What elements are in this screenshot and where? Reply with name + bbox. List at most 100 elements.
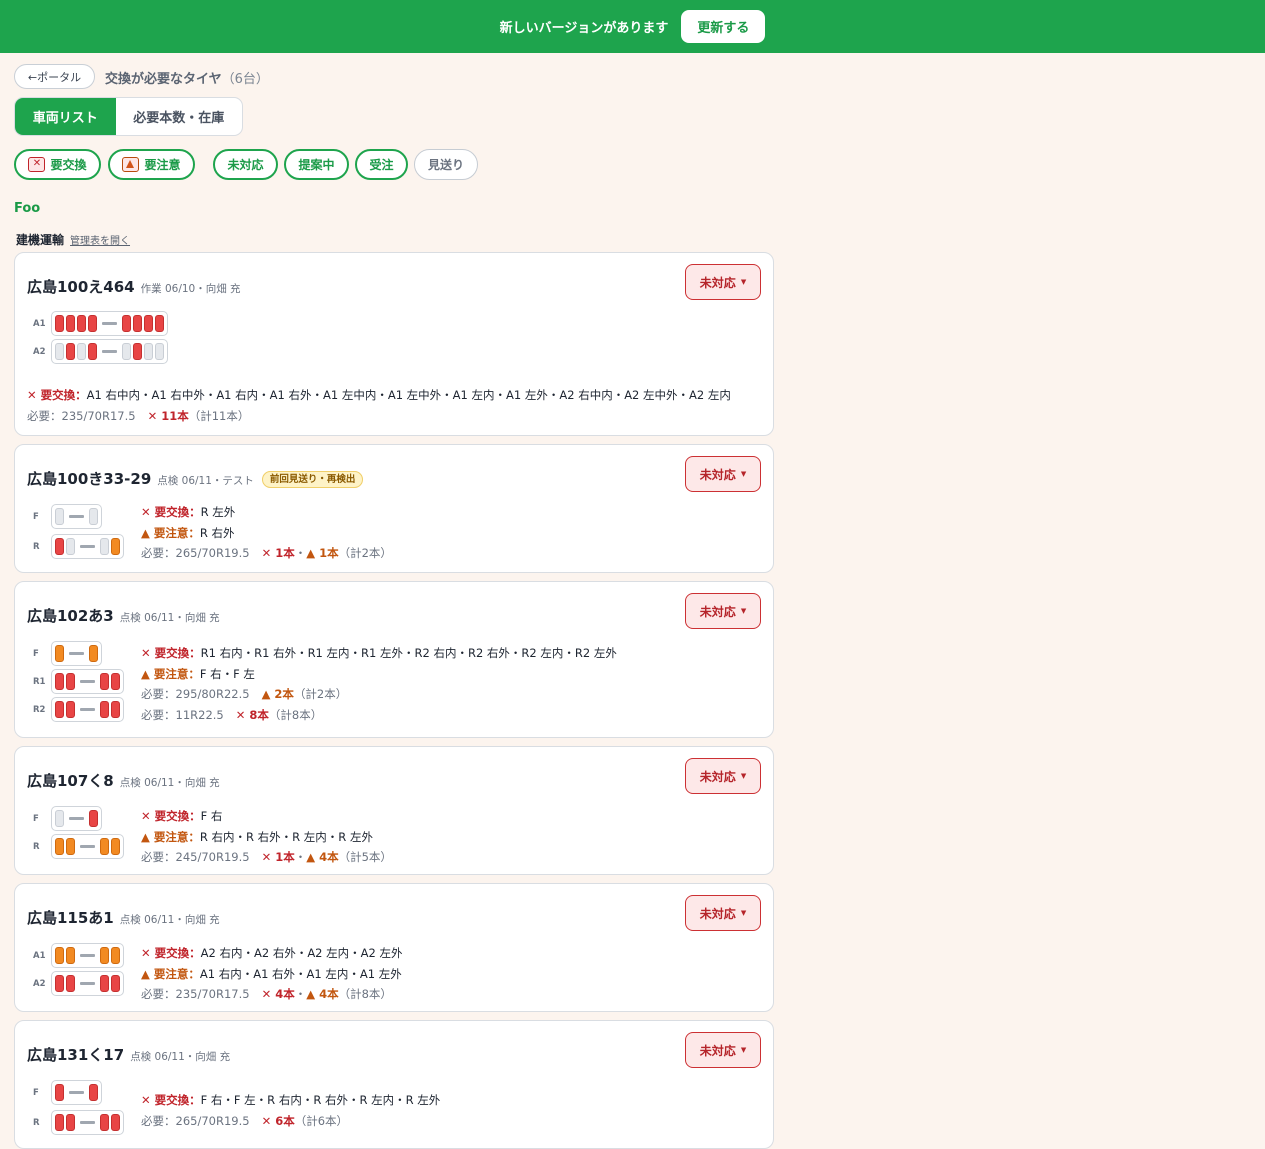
status-dropdown[interactable]: 未対応 ▼ <box>685 264 761 300</box>
axle-label: A2 <box>33 346 46 357</box>
plate-number: 広島131く17 <box>27 1046 125 1064</box>
axle-diagram[interactable] <box>51 311 168 336</box>
inspection-meta: 点検 06/11・テスト <box>157 475 254 487</box>
back-to-portal-button[interactable]: ←ポータル <box>14 64 95 89</box>
caution-positions: R 右内・R 右外・R 左内・R 左外 <box>199 829 373 844</box>
tire-replace <box>77 315 86 332</box>
page-title: 交換が必要なタイヤ（6台） <box>105 68 269 87</box>
tire-replace <box>155 315 164 332</box>
tire-replace <box>100 673 109 690</box>
tire-replace <box>55 673 64 690</box>
axle-diagram[interactable] <box>51 971 124 996</box>
replace-count: ✕ 4本 <box>261 987 295 1001</box>
status-dropdown[interactable]: 未対応 ▼ <box>685 593 761 629</box>
filter-status-ordered[interactable]: 受注 <box>355 149 408 180</box>
filter-status-pending[interactable]: 未対応 <box>213 149 278 180</box>
filter-replace[interactable]: ✕ 要交換 <box>14 149 101 180</box>
replace-icon: ✕ <box>141 946 155 960</box>
chevron-down-icon: ▼ <box>740 1046 747 1054</box>
required-spec: 必要：235/70R17.5 <box>27 408 136 423</box>
axle-label: R <box>33 1117 40 1128</box>
tire-replace <box>133 315 142 332</box>
tab-vehicle-list[interactable]: 車両リスト <box>15 98 116 135</box>
filter-status-proposing[interactable]: 提案中 <box>284 149 349 180</box>
axle-row: R <box>25 534 124 559</box>
axle-diagram[interactable] <box>51 697 124 722</box>
total-count: （計11本） <box>188 408 250 423</box>
inspection-meta: 点検 06/11・向畑 充 <box>119 612 220 624</box>
total-count: （計2本） <box>338 546 392 560</box>
tire-replace <box>133 343 142 360</box>
tire-replace <box>100 1114 109 1131</box>
replace-icon: ✕ <box>27 388 41 402</box>
tire-replace <box>55 315 64 332</box>
axle-diagram[interactable] <box>51 669 124 694</box>
axle-bar <box>69 515 84 518</box>
caution-positions: F 右・F 左 <box>199 666 255 681</box>
axle-label: A1 <box>33 950 46 961</box>
axle-row: A2 <box>25 339 168 364</box>
replace-positions: R1 右内・R1 右外・R1 左内・R1 左外・R2 右内・R2 右外・R2 左… <box>200 646 617 660</box>
recheck-badge: 前回見送り・再検出 <box>261 471 364 488</box>
axle-bar <box>80 708 95 711</box>
axle-diagram[interactable] <box>51 943 124 968</box>
replace-count-value: 1本 <box>275 850 295 864</box>
caution-icon: ▲ <box>141 829 154 844</box>
status-dropdown[interactable]: 未対応 ▼ <box>685 456 761 492</box>
filter-caution[interactable]: 要注意 <box>108 149 195 180</box>
tire-ok <box>55 810 64 827</box>
axle-diagram[interactable] <box>51 806 102 831</box>
status-dropdown[interactable]: 未対応 ▼ <box>685 895 761 931</box>
tire-ok <box>77 343 86 360</box>
vehicle-plate: 広島100き33-29 点検 06/11・テスト 前回見送り・再検出 <box>27 468 364 489</box>
tire-caution <box>66 838 75 855</box>
tire-replace <box>55 1084 64 1101</box>
replace-label: 要交換： <box>154 1093 201 1107</box>
replace-count-value: 8本 <box>249 707 269 722</box>
axle-diagram[interactable] <box>51 1110 124 1135</box>
update-button[interactable]: 更新する <box>681 10 766 43</box>
tire-replace <box>111 701 120 718</box>
separator: ・ <box>294 546 307 560</box>
axle-row: R <box>25 834 124 859</box>
open-sheet-link[interactable]: 管理表を開く <box>70 236 130 247</box>
tire-replace <box>88 315 97 332</box>
axle-diagram[interactable] <box>51 834 124 859</box>
plate-number: 広島100え464 <box>27 278 135 296</box>
caution-label: 要注意： <box>153 966 200 981</box>
axle-diagram[interactable] <box>51 339 168 364</box>
axle-bar <box>102 322 117 325</box>
replace-line: ✕ 要交換：A2 右内・A2 右外・A2 左内・A2 左外 <box>141 945 403 961</box>
required-line: 必要：235/70R17.5 ✕ 11本（計11本） <box>27 408 249 424</box>
tire-caution <box>111 947 120 964</box>
replace-count-value: 11本 <box>161 408 189 423</box>
required-line: 必要：245/70R19.5 ✕ 1本・▲ 4本（計5本） <box>141 849 392 865</box>
tire-replace <box>100 701 109 718</box>
tire-ok <box>155 343 164 360</box>
status-label: 未対応 <box>699 275 736 290</box>
status-dropdown[interactable]: 未対応 ▼ <box>685 758 761 794</box>
filter-replace-label: 要交換 <box>50 158 87 172</box>
filter-status-skipped[interactable]: 見送り <box>414 149 478 180</box>
caution-icon: ▲ <box>141 666 154 681</box>
axle-diagram[interactable] <box>51 641 102 666</box>
tire-replace <box>66 343 75 360</box>
caution-line: ▲ 要注意：R 右内・R 右外・R 左内・R 左外 <box>141 829 373 845</box>
axle-diagram[interactable] <box>51 504 102 529</box>
status-dropdown[interactable]: 未対応 ▼ <box>685 1032 761 1068</box>
axle-diagram[interactable] <box>51 1080 102 1105</box>
chevron-down-icon: ▼ <box>740 772 747 780</box>
company-header: 建機運輸 管理表を開く <box>16 231 130 248</box>
tab-required-stock[interactable]: 必要本数・在庫 <box>116 98 242 135</box>
axle-bar <box>69 652 84 655</box>
replace-line: ✕ 要交換：A1 右中内・A1 右中外・A1 右内・A1 右外・A1 左中内・A… <box>27 387 731 403</box>
axle-diagram[interactable] <box>51 534 124 559</box>
axle-label: R <box>33 841 40 852</box>
caution-label: 要注意： <box>153 829 200 844</box>
company-name: 建機運輸 <box>16 233 65 247</box>
caution-positions: R 右外 <box>199 525 235 540</box>
separator: ・ <box>294 850 307 864</box>
replace-line: ✕ 要交換：F 右・F 左・R 右内・R 右外・R 左内・R 左外 <box>141 1092 440 1108</box>
axle-label: A2 <box>33 978 46 989</box>
plate-number: 広島100き33-29 <box>27 470 152 488</box>
